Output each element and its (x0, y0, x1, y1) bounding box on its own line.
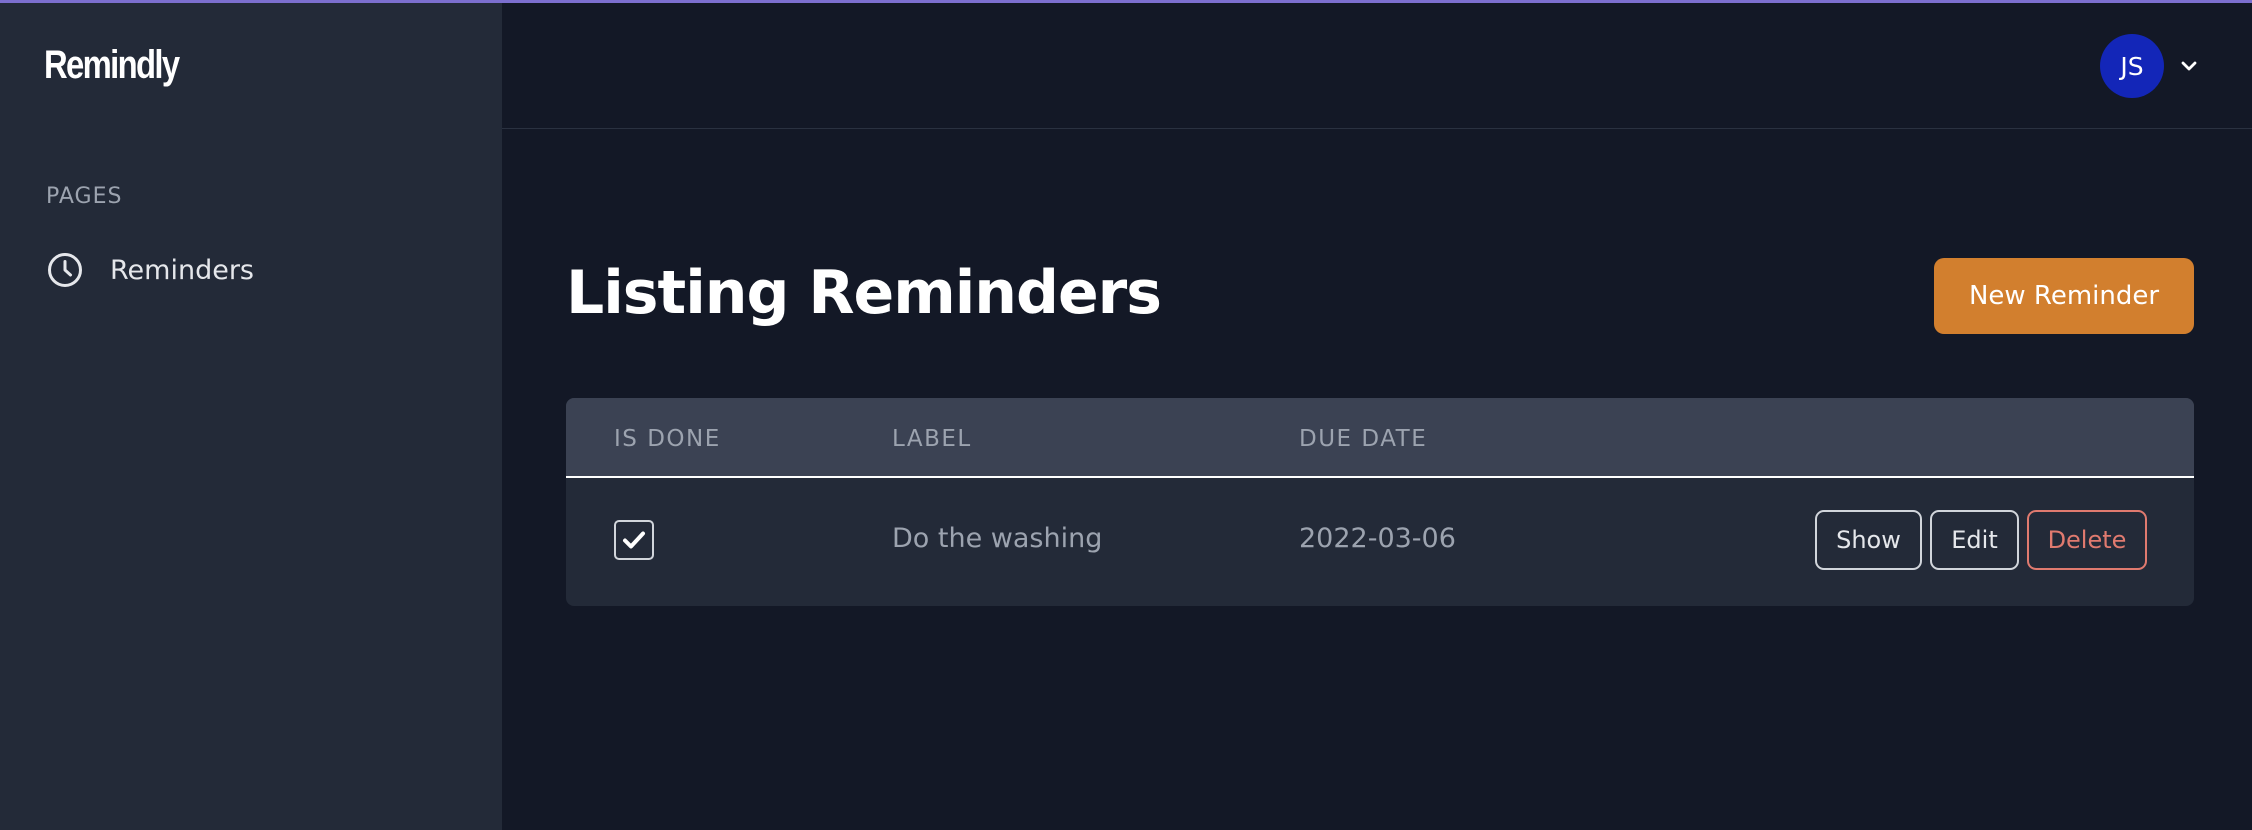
show-button[interactable]: Show (1815, 510, 1922, 570)
page-title: Listing Reminders (566, 258, 1162, 328)
edit-button[interactable]: Edit (1930, 510, 2019, 570)
is-done-checkbox[interactable] (614, 520, 654, 560)
clock-icon (48, 253, 82, 287)
table-row: Do the washing 2022-03-06 Show Edit Dele… (566, 478, 2194, 606)
reminder-due-date: 2022-03-06 (1299, 523, 1456, 554)
delete-button[interactable]: Delete (2027, 510, 2147, 570)
sidebar-section-label: PAGES (46, 184, 123, 209)
new-reminder-button[interactable]: New Reminder (1934, 258, 2194, 334)
app-logo[interactable]: Remindly (44, 43, 180, 88)
chevron-down-icon[interactable] (2178, 55, 2200, 77)
top-header: JS (502, 3, 2252, 129)
reminders-table: IS DONE LABEL DUE DATE Do the washing 20… (566, 398, 2194, 606)
column-header-due-date: DUE DATE (1299, 426, 1428, 452)
sidebar-item-label: Reminders (110, 254, 254, 286)
user-avatar[interactable]: JS (2100, 34, 2164, 98)
checkmark-icon (623, 531, 645, 549)
table-header: IS DONE LABEL DUE DATE (566, 398, 2194, 478)
column-header-label: LABEL (892, 426, 972, 452)
column-header-is-done: IS DONE (614, 426, 721, 452)
sidebar-item-reminders[interactable]: Reminders (46, 251, 254, 289)
reminder-label: Do the washing (892, 523, 1103, 554)
sidebar: Remindly PAGES Reminders (0, 3, 502, 830)
